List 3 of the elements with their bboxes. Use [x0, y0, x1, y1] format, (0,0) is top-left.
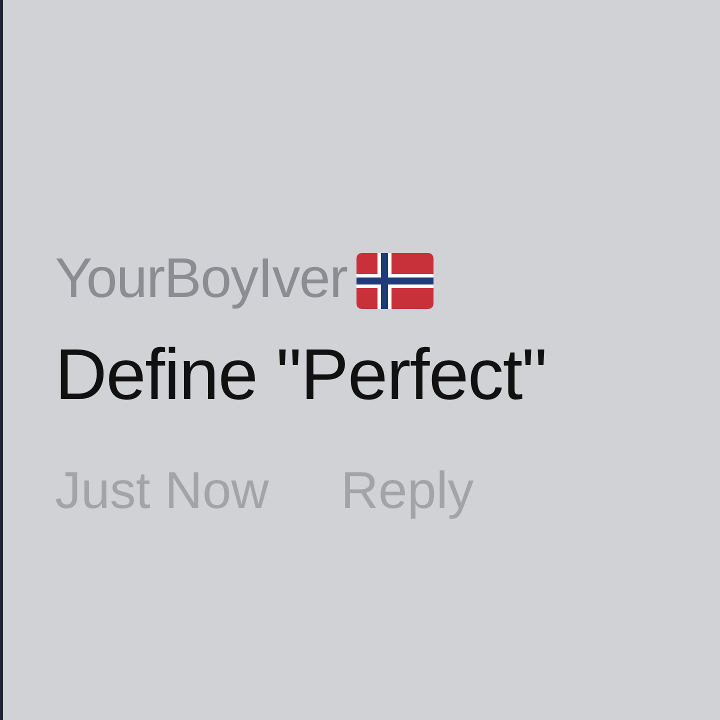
comment-text: Define "Perfect" — [55, 334, 548, 417]
flag-icon — [355, 253, 435, 309]
username[interactable]: YourBoyIver — [55, 238, 347, 318]
